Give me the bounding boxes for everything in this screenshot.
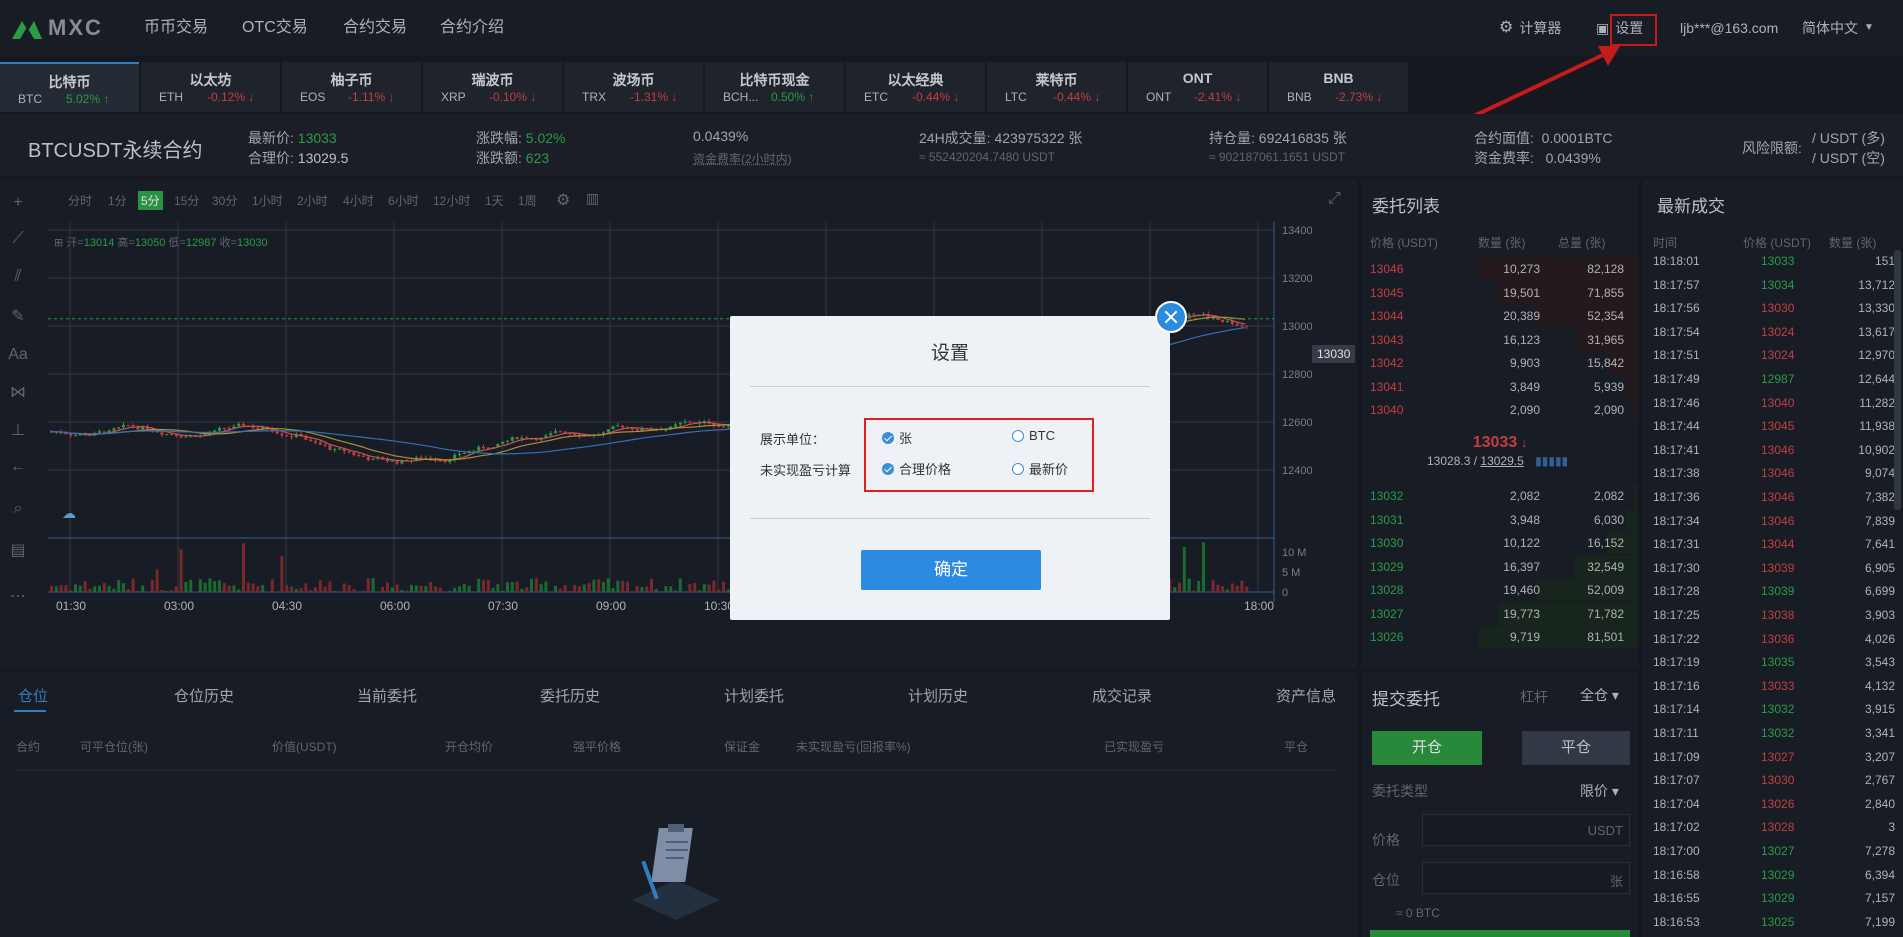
close-icon[interactable] (1155, 301, 1187, 333)
dialog-divider-bottom (750, 518, 1150, 519)
pnl-label: 未实现盈亏计算 (760, 463, 852, 478)
unit-label: 展示单位： (760, 432, 826, 447)
dialog-title: 设置 (930, 343, 969, 364)
confirm-button[interactable]: 确定 (861, 550, 1041, 590)
options-highlight-box (864, 418, 1094, 492)
dialog-divider-top (750, 386, 1150, 387)
